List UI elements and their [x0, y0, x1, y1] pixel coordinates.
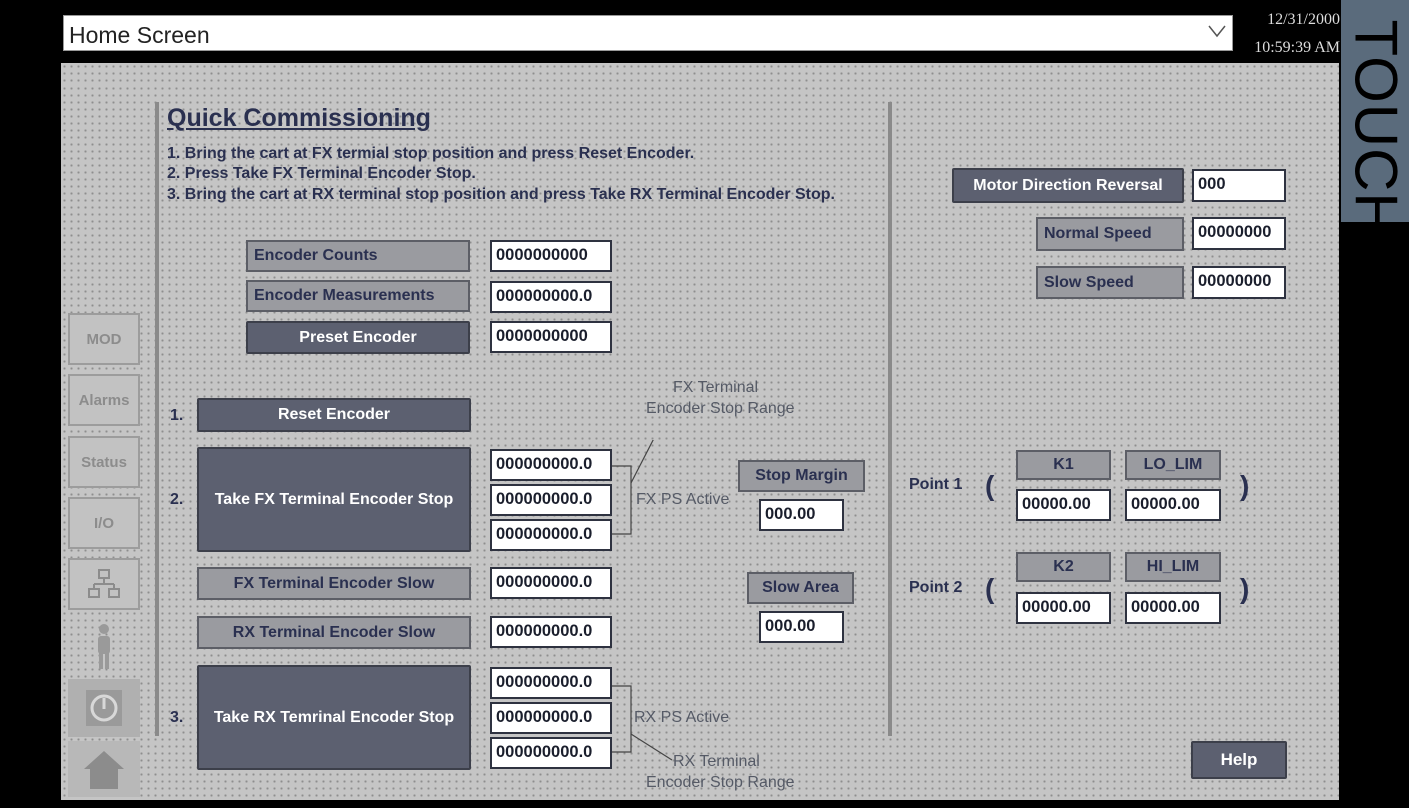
- lo-lim-field[interactable]: 00000.00: [1125, 489, 1221, 521]
- preset-encoder-field[interactable]: 0000000000: [490, 321, 612, 353]
- encoder-measurements-label: Encoder Measurements: [246, 280, 470, 312]
- brand-strip: TOUCH: [1341, 0, 1409, 237]
- sidebar-alarms-button[interactable]: Alarms: [68, 374, 140, 426]
- encoder-counts-label: Encoder Counts: [246, 240, 470, 272]
- point-1-label: Point 1: [909, 476, 963, 493]
- brand-text: TOUCH: [1342, 19, 1409, 237]
- fx-stop-field-1: 000000000.0: [490, 449, 612, 481]
- fx-stop-field-3: 000000000.0: [490, 519, 612, 551]
- page-title: Quick Commissioning: [167, 104, 431, 132]
- fx-ps-active-label: FX PS Active: [636, 491, 730, 508]
- fx-terminal-encoder-slow-label: FX Terminal Encoder Slow: [197, 567, 471, 600]
- power-icon: [86, 690, 122, 726]
- fx-stop-field-2: 000000000.0: [490, 484, 612, 516]
- user-icon: [98, 624, 110, 669]
- sidebar-status-button[interactable]: Status: [68, 436, 140, 488]
- stop-margin-label: Stop Margin: [738, 460, 865, 492]
- reset-encoder-button[interactable]: Reset Encoder: [197, 398, 471, 432]
- encoder-counts-field: 0000000000: [490, 240, 612, 272]
- motor-direction-reversal-button[interactable]: Motor Direction Reversal: [952, 168, 1184, 203]
- normal-speed-field[interactable]: 00000000: [1192, 217, 1286, 250]
- rx-range-label-line2: Encoder Stop Range: [646, 774, 795, 791]
- k2-label: K2: [1016, 552, 1111, 582]
- point-1-open-paren: (: [985, 470, 995, 501]
- fx-slow-field[interactable]: 000000000.0: [490, 567, 612, 599]
- point-2-close-paren: ): [1240, 573, 1250, 604]
- normal-speed-label: Normal Speed: [1036, 217, 1184, 251]
- hi-lim-label: HI_LIM: [1125, 552, 1221, 582]
- preset-encoder-button[interactable]: Preset Encoder: [246, 321, 470, 354]
- fx-range-label-line1: FX Terminal: [673, 379, 759, 396]
- rx-stop-field-3: 000000000.0: [490, 737, 612, 769]
- chevron-down-icon: [1208, 25, 1226, 38]
- header-strip: [61, 63, 1339, 85]
- rx-range-label-line1: RX Terminal: [673, 753, 760, 770]
- slow-speed-field[interactable]: 00000000: [1192, 266, 1286, 299]
- screen-selector-dropdown[interactable]: Home Screen: [63, 15, 1233, 51]
- encoder-measurements-field: 000000000.0: [490, 281, 612, 313]
- screen-name: Home Screen: [69, 22, 210, 48]
- instruction-3: 3. Bring the cart at RX terminal stop po…: [167, 186, 835, 203]
- fx-range-label-line2: Encoder Stop Range: [646, 400, 795, 417]
- sidebar-mod-button[interactable]: MOD: [68, 313, 140, 365]
- sidebar-power-button[interactable]: [68, 679, 140, 737]
- point-1-close-paren: ): [1240, 470, 1250, 501]
- time-text: 10:59:39 AM: [1254, 39, 1340, 56]
- sidebar-network-button[interactable]: [68, 558, 140, 610]
- step-3-number: 3.: [170, 709, 184, 726]
- k1-label: K1: [1016, 450, 1111, 480]
- rx-stop-field-1: 000000000.0: [490, 667, 612, 699]
- sidebar-home-button[interactable]: [68, 741, 140, 797]
- slow-speed-label: Slow Speed: [1036, 266, 1184, 299]
- center-divider: [888, 102, 892, 736]
- motor-direction-reversal-field[interactable]: 000: [1192, 169, 1286, 202]
- datetime-display: 12/31/2000 10:59:39 AM: [1236, 6, 1340, 62]
- point-2-open-paren: (: [985, 573, 995, 604]
- lo-lim-label: LO_LIM: [1125, 450, 1221, 480]
- sidebar-io-button[interactable]: I/O: [68, 497, 140, 549]
- rx-ps-active-label: RX PS Active: [634, 709, 730, 726]
- rx-terminal-encoder-slow-label: RX Terminal Encoder Slow: [197, 616, 471, 649]
- take-fx-terminal-encoder-stop-button[interactable]: Take FX Terminal Encoder Stop: [197, 447, 471, 552]
- rx-stop-field-2: 000000000.0: [490, 702, 612, 734]
- slow-area-label: Slow Area: [747, 572, 854, 604]
- hi-lim-field[interactable]: 00000.00: [1125, 592, 1221, 624]
- instruction-2: 2. Press Take FX Terminal Encoder Stop.: [167, 165, 476, 182]
- instruction-1: 1. Bring the cart at FX termial stop pos…: [167, 145, 695, 162]
- step-1-number: 1.: [170, 407, 184, 424]
- home-icon: [84, 751, 124, 789]
- slow-area-field[interactable]: 000.00: [759, 611, 844, 643]
- left-divider: [155, 102, 159, 736]
- rx-slow-field[interactable]: 000000000.0: [490, 616, 612, 648]
- sidebar-user-button[interactable]: [68, 619, 140, 675]
- take-rx-terminal-encoder-stop-button[interactable]: Take RX Temrinal Encoder Stop: [197, 665, 471, 770]
- k1-field[interactable]: 00000.00: [1016, 489, 1111, 521]
- point-2-label: Point 2: [909, 579, 963, 596]
- date-text: 12/31/2000: [1267, 11, 1340, 28]
- k2-field[interactable]: 00000.00: [1016, 592, 1111, 624]
- help-button[interactable]: Help: [1191, 741, 1287, 779]
- stop-margin-field[interactable]: 000.00: [759, 499, 844, 531]
- step-2-number: 2.: [170, 491, 184, 508]
- network-icon: [88, 569, 120, 598]
